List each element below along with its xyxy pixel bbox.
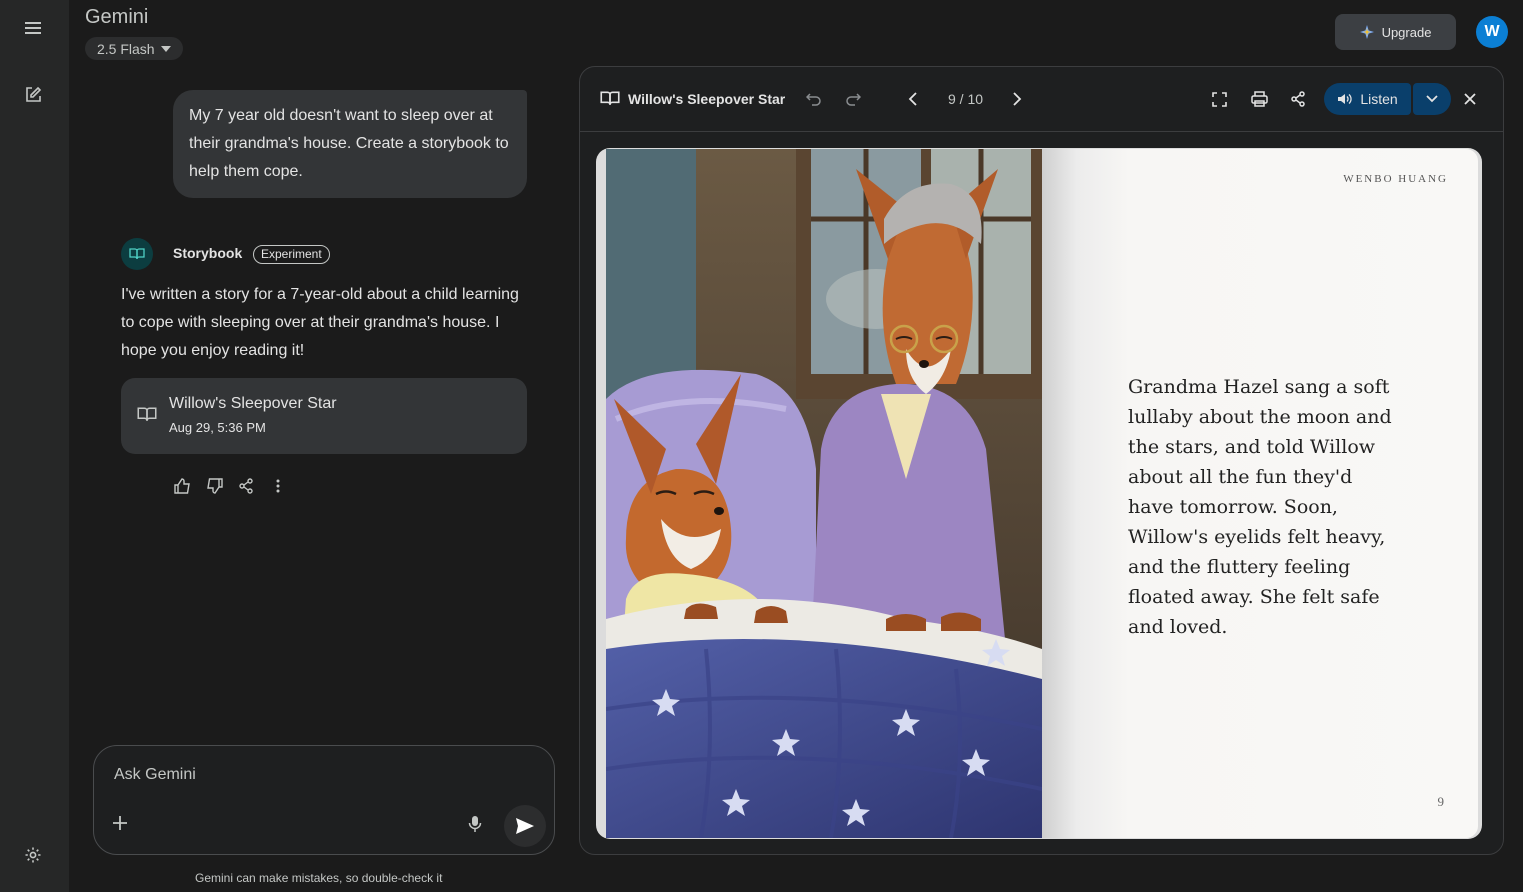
viewer-title: Willow's Sleepover Star [628, 91, 786, 107]
main-area: Gemini 2.5 Flash Upgrade W My 7 year old… [69, 0, 1523, 892]
page-indicator: 9 / 10 [948, 91, 984, 107]
avatar[interactable]: W [1476, 16, 1508, 48]
speaker-icon [1338, 94, 1352, 104]
model-selector[interactable]: 2.5 Flash [85, 37, 183, 60]
disclaimer: Gemini can make mistakes, so double-chec… [195, 871, 443, 885]
listen-button[interactable]: Listen [1324, 83, 1411, 115]
storybook-card[interactable]: Willow's Sleepover Star Aug 29, 5:36 PM [121, 378, 527, 454]
card-title: Willow's Sleepover Star [169, 395, 337, 412]
user-message: My 7 year old doesn't want to sleep over… [173, 90, 527, 198]
card-date: Aug 29, 5:36 PM [169, 420, 266, 435]
book-icon [129, 248, 145, 260]
microphone-icon[interactable] [468, 815, 482, 833]
book-icon [600, 91, 620, 105]
app-title: Gemini [85, 6, 149, 28]
menu-icon[interactable] [22, 17, 44, 39]
prompt-input[interactable] [114, 762, 514, 788]
viewer-toolbar: Willow's Sleepover Star 9 / 10 Listen [580, 67, 1503, 132]
previous-page-icon[interactable] [903, 89, 923, 109]
more-icon[interactable] [269, 477, 287, 495]
author-name: WENBO HUANG [1343, 173, 1448, 185]
page-text: Grandma Hazel sang a soft lullaby about … [1128, 376, 1392, 638]
add-icon[interactable] [112, 815, 128, 831]
listen-label: Listen [1360, 91, 1398, 107]
response-actions [173, 477, 287, 495]
settings-icon[interactable] [22, 844, 44, 866]
storybook-viewer: Willow's Sleepover Star 9 / 10 Listen WE… [579, 66, 1504, 855]
page-number: 9 [1437, 794, 1445, 809]
thumbs-up-icon[interactable] [173, 477, 191, 495]
thumbs-down-icon[interactable] [205, 477, 223, 495]
send-icon [516, 818, 534, 834]
new-chat-icon[interactable] [22, 84, 44, 106]
listen-options-button[interactable] [1413, 83, 1451, 115]
text-page: WENBO HUANG Grandma Hazel sang a soft lu… [1042, 149, 1478, 838]
fullscreen-icon[interactable] [1209, 89, 1229, 109]
upgrade-label: Upgrade [1381, 24, 1432, 40]
next-page-icon[interactable] [1007, 89, 1027, 109]
assistant-name: Storybook [173, 245, 243, 261]
send-button[interactable] [504, 805, 546, 847]
storybook-avatar [121, 238, 153, 270]
prompt-box [93, 745, 555, 855]
chevron-down-icon [1426, 95, 1438, 103]
experiment-badge: Experiment [253, 245, 330, 264]
model-label: 2.5 Flash [97, 40, 155, 57]
left-rail [0, 0, 69, 892]
undo-icon[interactable] [804, 89, 824, 109]
upgrade-button[interactable]: Upgrade [1335, 14, 1456, 50]
assistant-reply: I've written a story for a 7-year-old ab… [121, 286, 519, 359]
story-illustration [606, 149, 1042, 838]
share-icon[interactable] [1288, 89, 1308, 109]
sparkle-icon [1359, 25, 1374, 39]
caret-down-icon [160, 45, 171, 52]
share-icon[interactable] [237, 477, 255, 495]
close-icon[interactable] [1460, 89, 1480, 109]
redo-icon[interactable] [843, 89, 863, 109]
print-icon[interactable] [1249, 89, 1269, 109]
storybook-spread: WENBO HUANG Grandma Hazel sang a soft lu… [596, 148, 1482, 839]
book-icon [137, 407, 157, 421]
